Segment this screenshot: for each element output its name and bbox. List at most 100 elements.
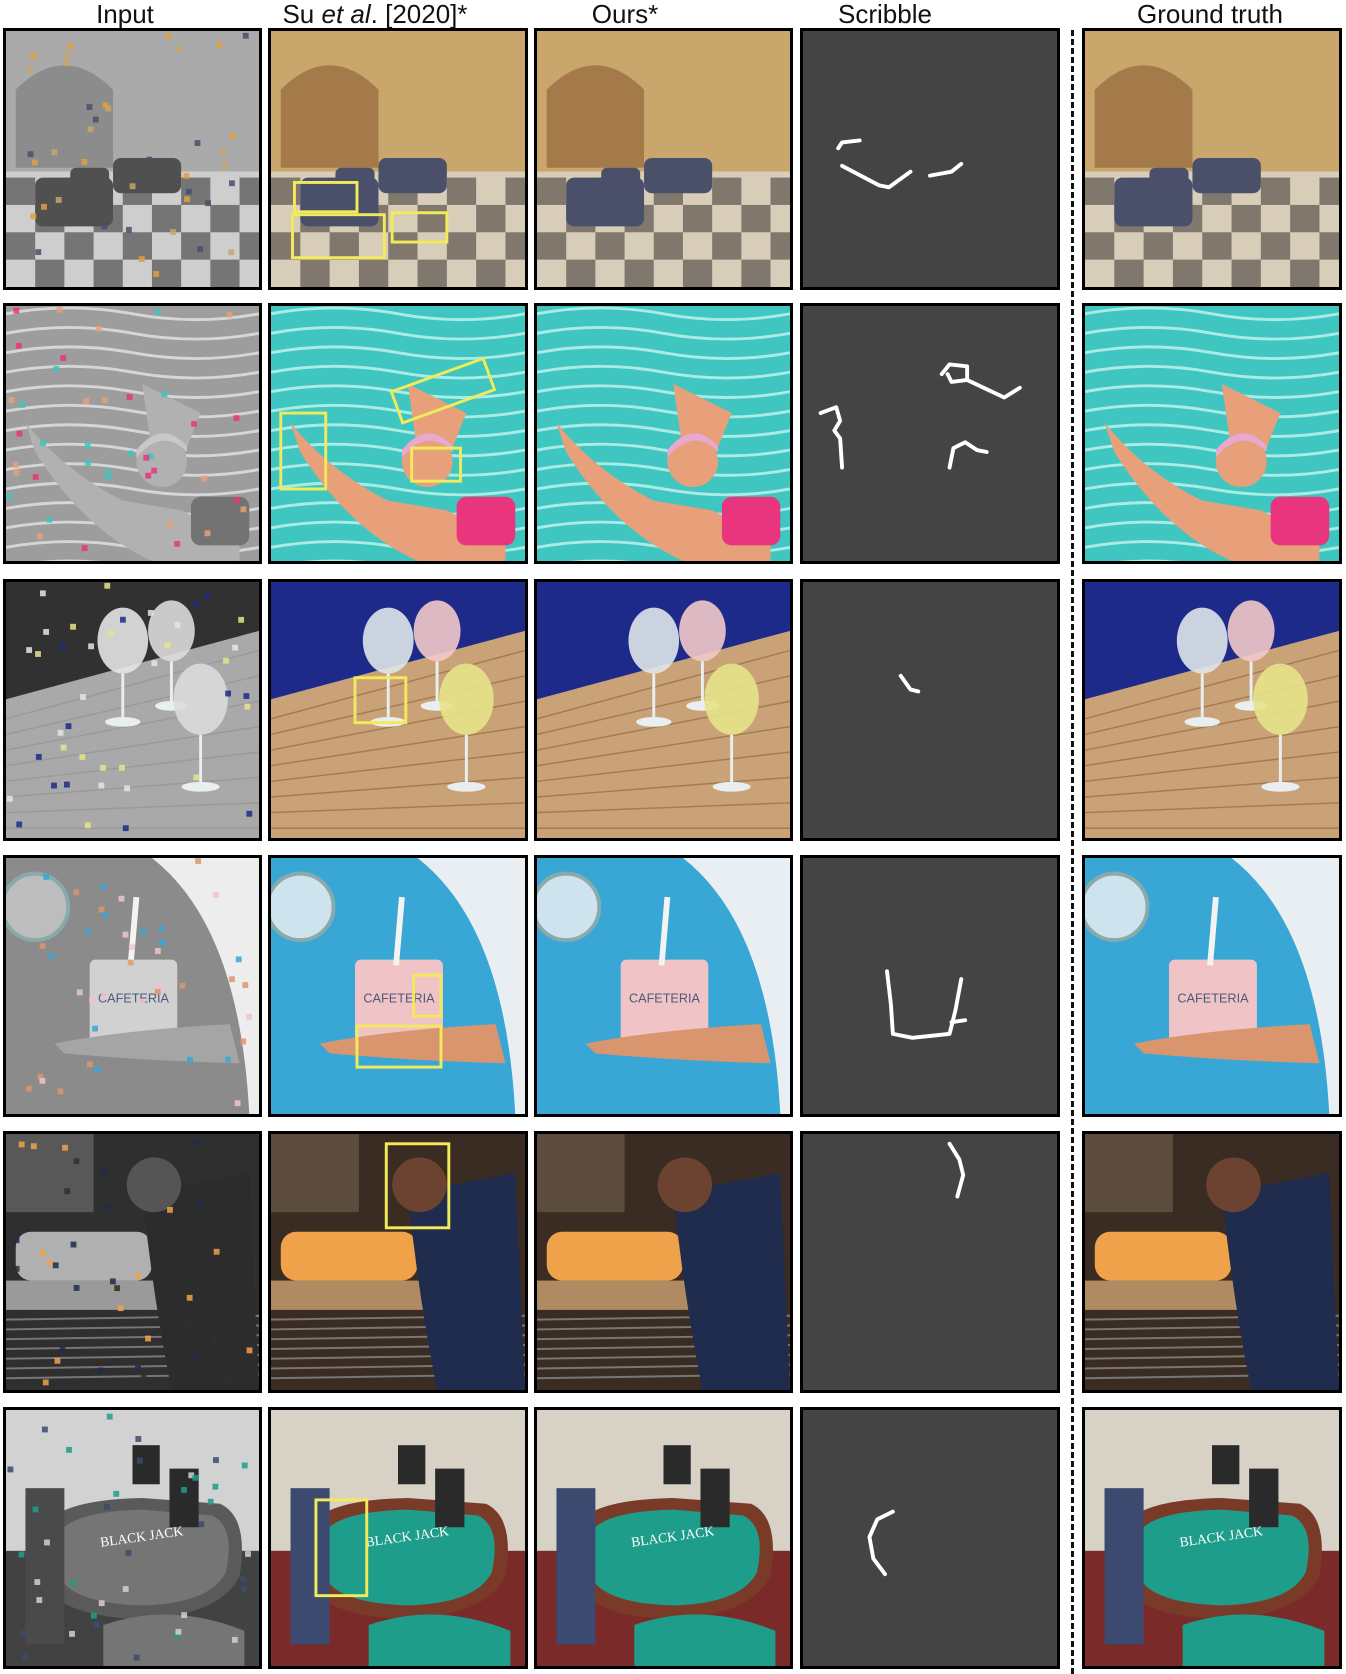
swimsuit xyxy=(1270,496,1330,546)
color-hint xyxy=(135,1365,141,1371)
floor-tile xyxy=(595,232,625,260)
color-hint xyxy=(175,1628,182,1635)
color-hint xyxy=(105,468,111,475)
color-hint xyxy=(151,467,158,474)
header-su-prefix: Su xyxy=(282,0,322,29)
panel-image xyxy=(803,1134,1057,1390)
color-hint xyxy=(83,398,90,405)
color-hint xyxy=(26,1085,32,1092)
color-hint xyxy=(19,402,26,408)
panel-image: BLACK JACK xyxy=(1085,1410,1339,1666)
floor-tile xyxy=(537,177,567,205)
panel-cafeteria-cup-ours: CAFETERIA xyxy=(534,855,793,1117)
baker-head xyxy=(657,1157,713,1213)
panel-image xyxy=(1085,1134,1339,1390)
color-hint xyxy=(170,229,176,235)
color-hint xyxy=(128,944,135,951)
panel-blackjack-table-gt: BLACK JACK xyxy=(1082,1407,1342,1669)
header-ours: Ours* xyxy=(591,0,659,29)
color-hint xyxy=(190,1353,197,1360)
floor-tile xyxy=(417,259,447,287)
color-hint xyxy=(69,1630,75,1637)
color-hint xyxy=(154,988,161,995)
color-hint xyxy=(165,33,172,40)
color-hint xyxy=(42,1379,49,1386)
color-hint xyxy=(240,1038,247,1045)
color-hint xyxy=(159,939,166,946)
color-hint xyxy=(30,1143,37,1150)
color-hint xyxy=(241,1586,247,1593)
color-hint xyxy=(89,997,96,1003)
color-hint xyxy=(213,1457,219,1464)
color-hint xyxy=(43,873,50,880)
color-hint xyxy=(70,623,76,630)
tv-screen xyxy=(132,1445,160,1485)
color-hint xyxy=(225,1056,231,1063)
floor-tile xyxy=(1260,232,1291,260)
person-right xyxy=(435,1468,465,1528)
scribble-background xyxy=(803,31,1057,287)
header-su-etal: et al xyxy=(321,0,371,29)
color-hint xyxy=(101,911,108,918)
color-hint xyxy=(246,810,253,817)
color-hint xyxy=(105,474,112,481)
color-hint xyxy=(84,822,91,829)
tv-screen xyxy=(1212,1445,1240,1485)
color-hint xyxy=(32,473,39,480)
color-hint xyxy=(57,1088,64,1095)
sofa xyxy=(644,158,713,194)
color-hint xyxy=(101,1168,108,1175)
color-hint xyxy=(197,1201,204,1207)
floor-tile xyxy=(1172,259,1203,287)
color-hint xyxy=(18,1551,25,1558)
panel-hotel-lobby-input xyxy=(3,28,262,290)
panel-image xyxy=(6,582,259,838)
floor-tile xyxy=(210,259,240,287)
color-hint xyxy=(184,196,190,203)
color-hint xyxy=(153,271,160,277)
color-hint xyxy=(16,430,23,437)
floor-tile xyxy=(1290,259,1320,287)
panel-image xyxy=(1085,582,1339,838)
color-hint xyxy=(181,1486,187,1493)
floor-tile xyxy=(93,259,123,287)
wine-glass xyxy=(1253,663,1308,735)
color-hint xyxy=(67,43,74,50)
bread-loaf xyxy=(15,1231,152,1281)
wine-glass xyxy=(362,607,414,674)
wine-glass xyxy=(704,663,759,735)
color-hint xyxy=(154,948,161,954)
floor-tile xyxy=(64,232,94,260)
panel-image xyxy=(803,582,1057,838)
color-hint xyxy=(222,1379,228,1385)
panel-blackjack-table-input: BLACK JACK xyxy=(3,1407,262,1669)
floor-tile xyxy=(1143,232,1173,260)
floor-tile xyxy=(1085,232,1115,260)
color-hint xyxy=(39,1077,46,1084)
color-hint xyxy=(193,600,200,607)
armchair xyxy=(601,167,641,188)
floor-tile xyxy=(505,177,525,205)
color-hint xyxy=(246,1013,253,1020)
panel-blackjack-table-ours: BLACK JACK xyxy=(534,1407,793,1669)
color-hint xyxy=(193,774,200,781)
color-hint xyxy=(193,1139,200,1146)
glass-foot xyxy=(636,717,672,727)
color-hint xyxy=(13,469,20,476)
color-hint xyxy=(109,1278,116,1285)
floor-tile xyxy=(239,232,259,260)
arch-shape xyxy=(546,65,645,168)
color-hint xyxy=(45,1475,52,1482)
color-hint xyxy=(13,1237,20,1244)
panel-image xyxy=(271,1134,525,1390)
panel-glasses-on-table-input xyxy=(3,579,262,841)
oven-wall xyxy=(537,1134,625,1213)
bread-loaf xyxy=(546,1231,683,1281)
person-right xyxy=(700,1468,730,1528)
header-input: Input xyxy=(96,0,154,29)
color-hint xyxy=(87,126,94,133)
scribble-background xyxy=(803,1410,1057,1666)
color-hint xyxy=(197,246,204,253)
color-hint xyxy=(127,450,134,457)
color-hint xyxy=(140,1371,147,1378)
